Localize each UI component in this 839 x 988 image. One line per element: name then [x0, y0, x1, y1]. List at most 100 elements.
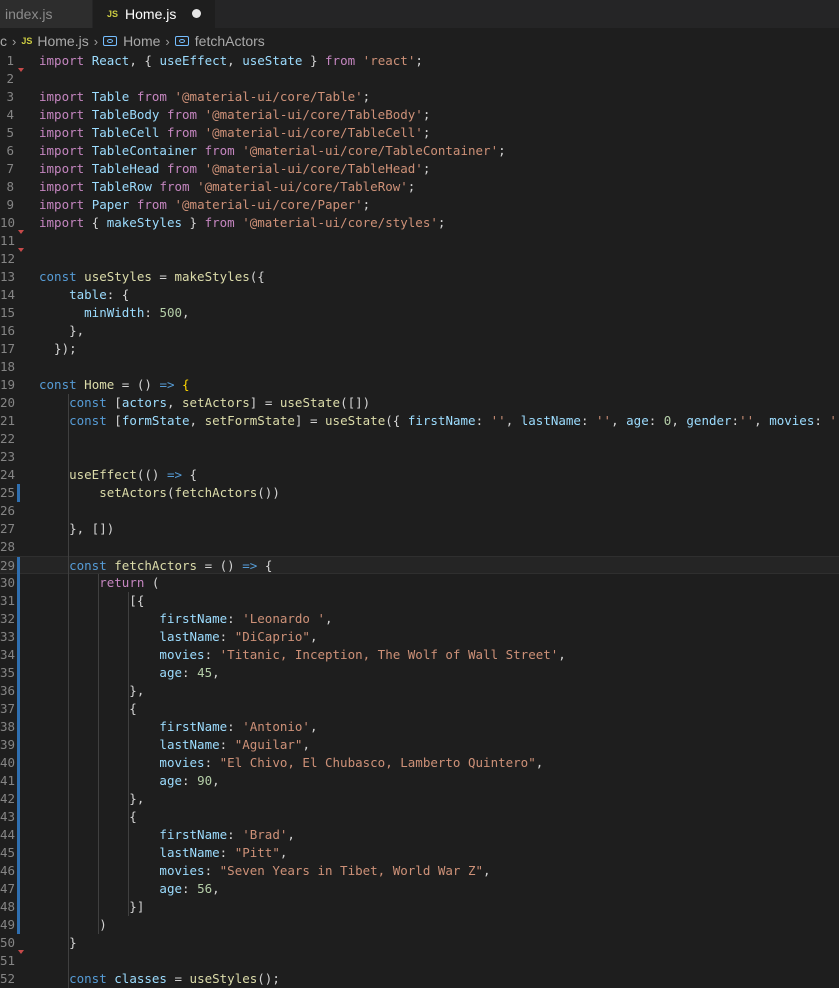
line-number: 15 [0, 305, 16, 320]
code-text: const useStyles = makeStyles({ [39, 268, 265, 286]
modified-line-marker[interactable] [17, 718, 20, 736]
code-line[interactable]: 26 [0, 502, 839, 520]
modified-line-marker[interactable] [17, 664, 20, 682]
code-line[interactable]: 8 import TableRow from '@material-ui/core… [0, 178, 839, 196]
code-line[interactable]: 50 } [0, 934, 839, 952]
code-line[interactable]: 22 [0, 430, 839, 448]
modified-line-marker[interactable] [17, 557, 20, 575]
code-token: = () [197, 558, 243, 573]
code-line[interactable]: 1 import React, { useEffect, useState } f… [0, 52, 839, 70]
code-line[interactable]: 34 movies: 'Titanic, Inception, The Wolf… [0, 646, 839, 664]
code-line[interactable]: 45 lastName: "Pitt", [0, 844, 839, 862]
code-line[interactable]: 37 { [0, 700, 839, 718]
code-line[interactable]: 13 const useStyles = makeStyles({ [0, 268, 839, 286]
code-line[interactable]: 44 firstName: 'Brad', [0, 826, 839, 844]
deleted-lines-marker-icon[interactable] [18, 950, 24, 954]
code-line[interactable]: 30 return ( [0, 574, 839, 592]
code-line[interactable]: 19 const Home = () => { [0, 376, 839, 394]
code-token: import [39, 107, 85, 122]
code-line[interactable]: 4 import TableBody from '@material-ui/cor… [0, 106, 839, 124]
code-line[interactable]: 15 minWidth: 500, [0, 304, 839, 322]
code-line[interactable]: 27 }, []) [0, 520, 839, 538]
modified-line-marker[interactable] [17, 574, 20, 592]
code-line[interactable]: 29 const fetchActors = () => { [0, 556, 839, 575]
code-line[interactable]: 24 useEffect(() => { [0, 466, 839, 484]
modified-line-marker[interactable] [17, 610, 20, 628]
line-number: 39 [0, 737, 16, 752]
code-line[interactable]: 49 ) [0, 916, 839, 934]
code-line[interactable]: 47 age: 56, [0, 880, 839, 898]
code-line[interactable]: 33 lastName: "DiCaprio", [0, 628, 839, 646]
line-number: 34 [0, 647, 16, 662]
modified-line-marker[interactable] [17, 700, 20, 718]
code-line[interactable]: 20 const [actors, setActors] = useState(… [0, 394, 839, 412]
code-line[interactable]: 5 import TableCell from '@material-ui/cor… [0, 124, 839, 142]
code-line[interactable]: 40 movies: "El Chivo, El Chubasco, Lambe… [0, 754, 839, 772]
code-line[interactable]: 10 import { makeStyles } from '@material-… [0, 214, 839, 232]
code-line[interactable]: 43 { [0, 808, 839, 826]
breadcrumb-item-fetchactors[interactable]: fetchActors [174, 33, 265, 49]
code-line[interactable]: 18 [0, 358, 839, 376]
deleted-lines-marker-icon[interactable] [18, 230, 24, 234]
code-line[interactable]: 41 age: 90, [0, 772, 839, 790]
modified-line-marker[interactable] [17, 826, 20, 844]
modified-line-marker[interactable] [17, 754, 20, 772]
code-line[interactable]: 23 [0, 448, 839, 466]
code-line[interactable]: 28 [0, 538, 839, 556]
tab-home-js[interactable]: JS Home.js [93, 0, 215, 28]
modified-line-marker[interactable] [17, 808, 20, 826]
code-line[interactable]: 25 setActors(fetchActors()) [0, 484, 839, 502]
modified-line-marker[interactable] [17, 772, 20, 790]
code-line[interactable]: 6 import TableContainer from '@material-u… [0, 142, 839, 160]
code-line[interactable]: 48 }] [0, 898, 839, 916]
code-line[interactable]: 14 table: { [0, 286, 839, 304]
modified-line-marker[interactable] [17, 682, 20, 700]
breadcrumb-item-home-js[interactable]: JS Home.js [21, 33, 88, 49]
deleted-lines-marker-icon[interactable] [18, 248, 24, 252]
code-line[interactable]: 35 age: 45, [0, 664, 839, 682]
modified-line-marker[interactable] [17, 898, 20, 916]
code-line[interactable]: 7 import TableHead from '@material-ui/cor… [0, 160, 839, 178]
modified-line-marker[interactable] [17, 736, 20, 754]
code-line[interactable]: 51 [0, 950, 839, 970]
code-line[interactable]: 36 }, [0, 682, 839, 700]
modified-line-marker[interactable] [17, 844, 20, 862]
line-number: 27 [0, 521, 16, 536]
code-line[interactable]: 31 [{ [0, 592, 839, 610]
modified-line-marker[interactable] [17, 880, 20, 898]
code-line[interactable]: 21 const [formState, setFormState] = use… [0, 412, 839, 430]
modified-line-marker[interactable] [17, 592, 20, 610]
code-editor[interactable]: 1 import React, { useEffect, useState } f… [0, 52, 839, 988]
code-line[interactable]: 32 firstName: 'Leonardo ', [0, 610, 839, 628]
modified-line-marker[interactable] [17, 628, 20, 646]
code-line[interactable]: 46 movies: "Seven Years in Tibet, World … [0, 862, 839, 880]
modified-line-marker[interactable] [17, 862, 20, 880]
tab-index-js[interactable]: index.js [0, 0, 92, 28]
breadcrumb-label: Home.js [37, 33, 89, 49]
deleted-lines-marker-icon[interactable] [18, 68, 24, 72]
code-line[interactable]: 9 import Paper from '@material-ui/core/Pa… [0, 196, 839, 214]
code-line[interactable]: 17 }); [0, 340, 839, 358]
modified-line-marker[interactable] [17, 646, 20, 664]
code-line[interactable]: 16 }, [0, 322, 839, 340]
code-line[interactable]: 3 import Table from '@material-ui/core/Ta… [0, 88, 839, 106]
indent-guide [68, 394, 69, 988]
code-text: useEffect(() => { [39, 466, 197, 484]
code-token: "El Chivo, El Chubasco, Lamberto Quinter… [219, 755, 536, 770]
modified-line-marker[interactable] [17, 484, 20, 502]
breadcrumb-item-home[interactable]: Home [103, 33, 160, 49]
code-line[interactable]: 52 const classes = useStyles(); [0, 970, 839, 988]
code-line[interactable]: 12 [0, 248, 839, 268]
breadcrumb-item-src[interactable]: c [0, 33, 7, 49]
code-line[interactable]: 2 [0, 68, 839, 88]
modified-line-marker[interactable] [17, 790, 20, 808]
code-line[interactable]: 39 lastName: "Aguilar", [0, 736, 839, 754]
unsaved-changes-dot-icon[interactable] [192, 9, 201, 18]
code-line[interactable]: 11 [0, 230, 839, 250]
code-line[interactable]: 42 }, [0, 790, 839, 808]
code-line[interactable]: 38 firstName: 'Antonio', [0, 718, 839, 736]
modified-line-marker[interactable] [17, 916, 20, 934]
